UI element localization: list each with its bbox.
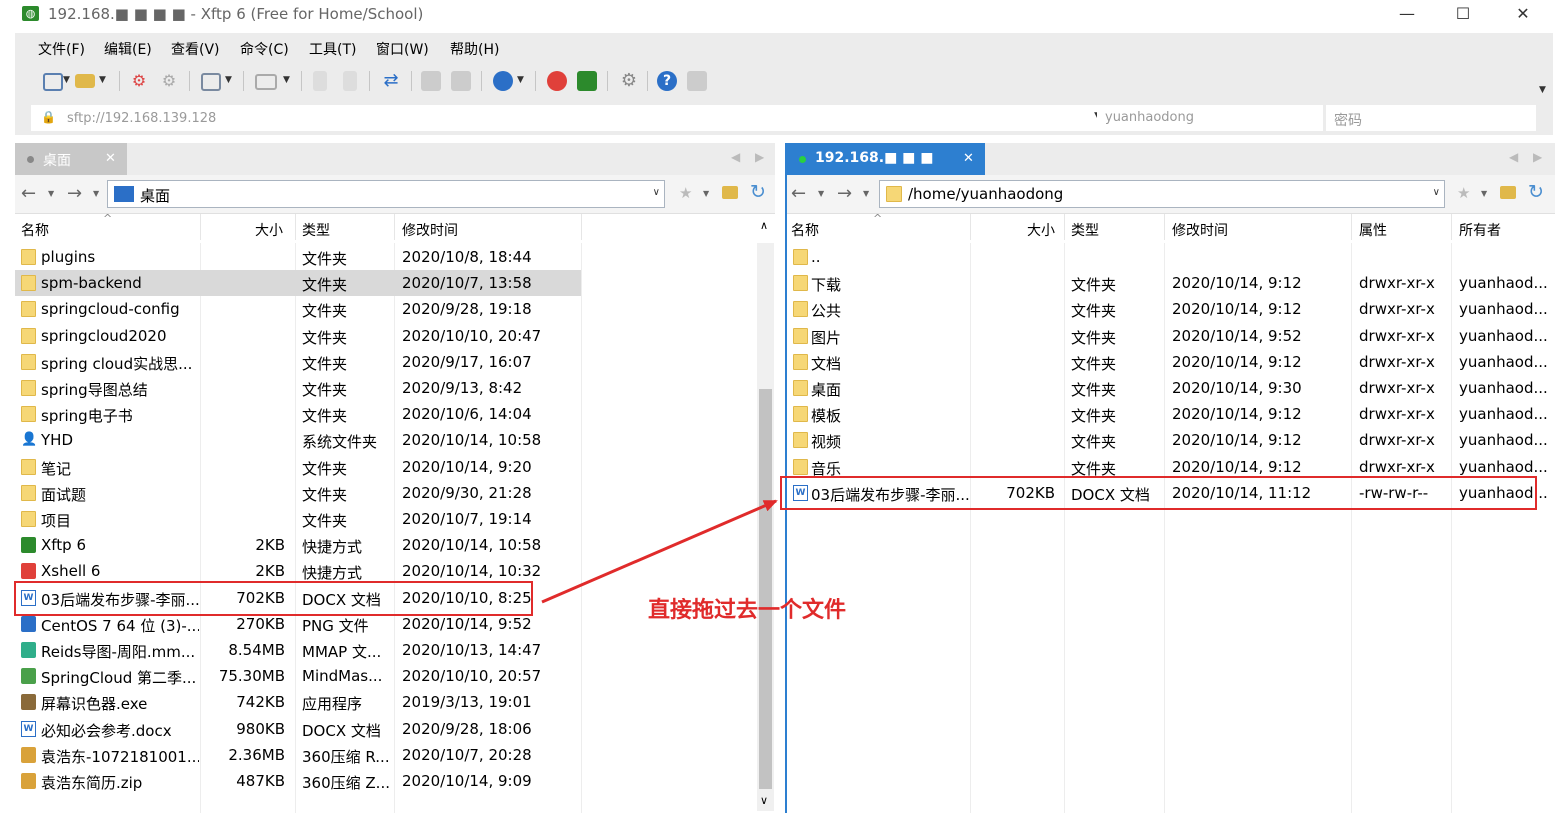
annotation-text: 直接拖过去一个文件 <box>648 598 847 623</box>
drag-arrow <box>541 499 778 604</box>
